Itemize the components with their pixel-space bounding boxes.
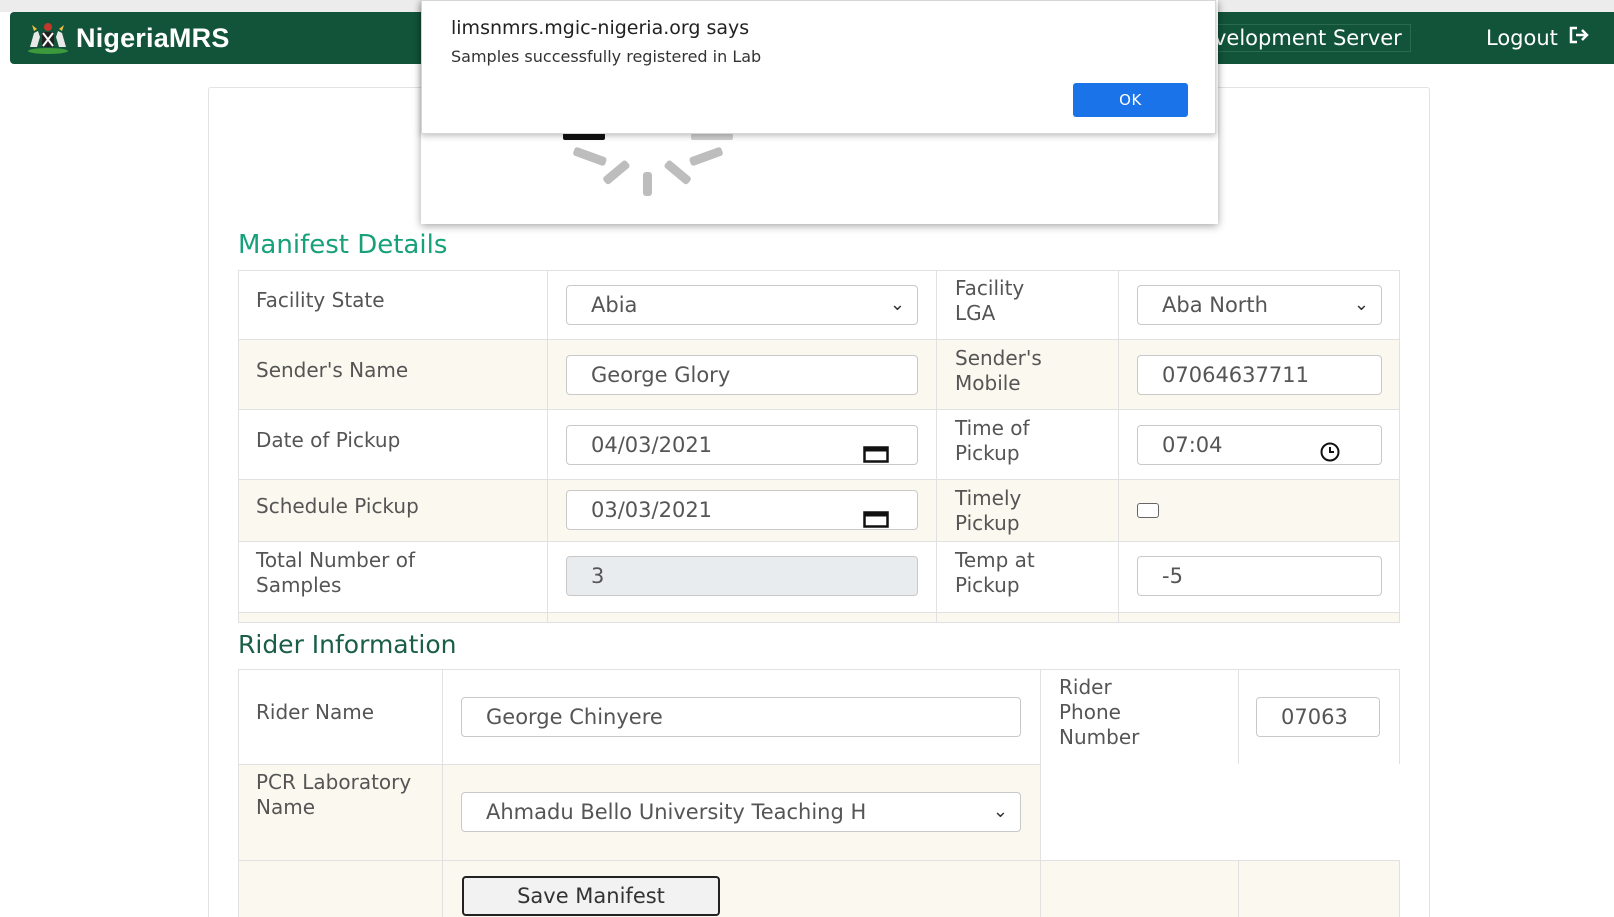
- calendar-icon[interactable]: [863, 502, 889, 529]
- temp-at-pickup-input[interactable]: -5: [1137, 556, 1382, 596]
- alert-message: Samples successfully registered in Lab: [451, 47, 762, 66]
- timely-pickup-checkbox[interactable]: [1137, 503, 1159, 518]
- rider-name-input[interactable]: George Chinyere: [461, 697, 1021, 737]
- total-samples-input: 3: [566, 556, 918, 596]
- rider-information-title: Rider Information: [238, 630, 457, 659]
- grid-cell: [1040, 860, 1239, 917]
- calendar-icon[interactable]: [863, 437, 889, 464]
- time-of-pickup-label: Time of Pickup: [955, 416, 1030, 465]
- brand[interactable]: NigeriaMRS: [24, 21, 230, 55]
- date-of-pickup-input[interactable]: 04/03/2021: [566, 425, 918, 465]
- rider-phone-label: Rider Phone Number: [1059, 675, 1140, 749]
- facility-lga-label: Facility LGA: [955, 276, 1025, 325]
- timely-pickup-label: Timely Pickup: [955, 486, 1022, 535]
- clock-icon[interactable]: [1319, 436, 1341, 464]
- senders-name-label: Sender's Name: [256, 358, 409, 382]
- rider-phone-input[interactable]: 07063: [1256, 697, 1380, 737]
- alert-dialog: limsnmrs.mgic-nigeria.org says Samples s…: [421, 0, 1216, 134]
- senders-name-input[interactable]: George Glory: [566, 355, 918, 395]
- chevron-down-icon: ⌄: [992, 801, 1008, 822]
- temp-at-pickup-label: Temp at Pickup: [955, 548, 1035, 597]
- grid-cell: [1118, 479, 1400, 542]
- facility-state-select[interactable]: Abia ⌄: [566, 285, 918, 325]
- schedule-pickup-input[interactable]: 03/03/2021: [566, 490, 918, 530]
- coat-of-arms-icon: [24, 21, 72, 55]
- sign-out-icon: [1568, 24, 1590, 52]
- logout-label: Logout: [1486, 26, 1558, 50]
- schedule-pickup-value: 03/03/2021: [591, 498, 713, 522]
- facility-state-label: Facility State: [256, 288, 385, 312]
- senders-mobile-label: Sender's Mobile: [955, 346, 1042, 395]
- grid-cell: [1118, 612, 1400, 623]
- manifest-details-title: Manifest Details: [238, 230, 448, 260]
- grid-cell: [936, 612, 1119, 623]
- schedule-pickup-label: Schedule Pickup: [256, 494, 419, 518]
- time-of-pickup-input[interactable]: 07:04: [1137, 425, 1382, 465]
- alert-ok-button[interactable]: OK: [1073, 83, 1188, 117]
- grid-cell: [547, 612, 937, 623]
- total-samples-label: Total Number of Samples: [256, 548, 416, 597]
- facility-lga-select[interactable]: Aba North ⌄: [1137, 285, 1382, 325]
- facility-lga-value: Aba North: [1162, 293, 1268, 317]
- save-manifest-button[interactable]: Save Manifest: [462, 876, 720, 916]
- brand-name: NigeriaMRS: [76, 22, 230, 53]
- senders-mobile-input[interactable]: 07064637711: [1137, 355, 1382, 395]
- pcr-lab-select[interactable]: Ahmadu Bello University Teaching H ⌄: [461, 792, 1021, 832]
- date-of-pickup-label: Date of Pickup: [256, 428, 401, 452]
- grid-cell: [238, 612, 548, 623]
- facility-state-value: Abia: [591, 293, 638, 317]
- pcr-lab-value: Ahmadu Bello University Teaching H: [486, 800, 867, 824]
- grid-cell: [238, 860, 443, 917]
- chevron-down-icon: ⌄: [1353, 294, 1369, 315]
- date-of-pickup-value: 04/03/2021: [591, 433, 713, 457]
- grid-cell: [1040, 764, 1400, 861]
- server-label: velopment Server: [1205, 24, 1411, 52]
- alert-title: limsnmrs.mgic-nigeria.org says: [451, 17, 750, 39]
- chevron-down-icon: ⌄: [889, 294, 905, 315]
- logout-link[interactable]: Logout: [1486, 24, 1590, 52]
- pcr-lab-label: PCR Laboratory Name: [256, 770, 412, 819]
- rider-name-label: Rider Name: [256, 700, 375, 724]
- grid-cell: [1238, 860, 1400, 917]
- time-of-pickup-value: 07:04: [1162, 433, 1223, 457]
